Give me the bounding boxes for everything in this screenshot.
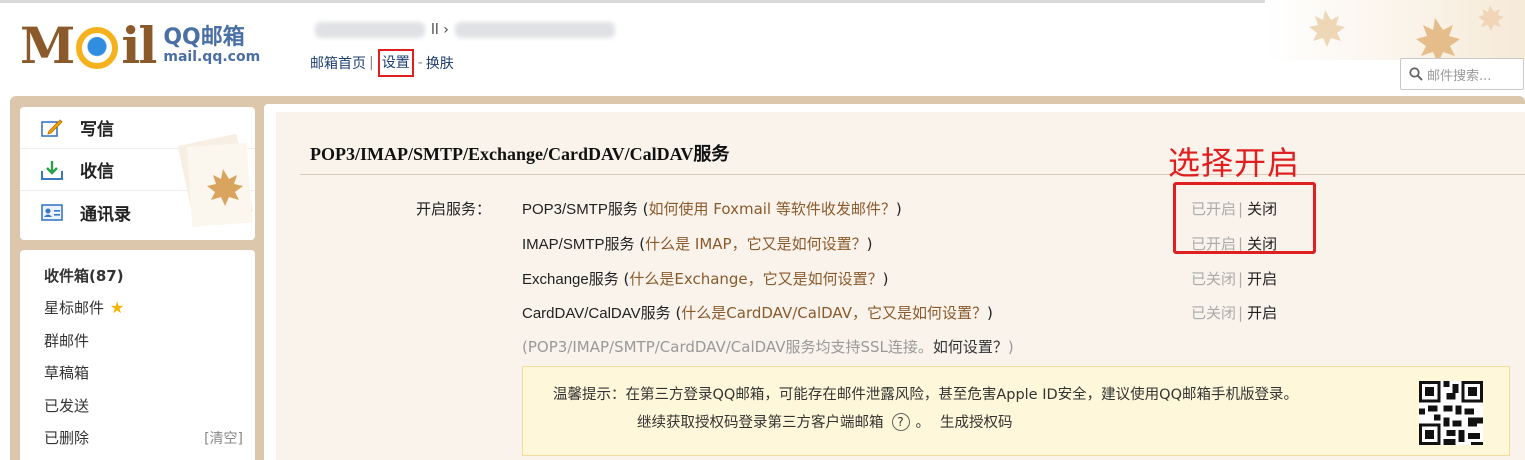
logo-url: mail.qq.com	[163, 49, 261, 66]
ssl-support-note: (POP3/IMAP/SMTP/CardDAV/CalDAV服务均支持SSL连接…	[522, 338, 1014, 356]
service-status-exchange: 已关闭 | 开启	[1191, 270, 1278, 288]
annotation-highlight-box	[1173, 182, 1316, 254]
qq-penguin-logo-icon	[76, 27, 119, 69]
security-tip-box: 温馨提示：在第三方登录QQ邮箱，可能存在邮件泄露风险，甚至危害Apple ID安…	[522, 366, 1510, 456]
search-placeholder: 邮件搜索...	[1427, 68, 1492, 84]
tip-auth-text: 继续获取授权码登录第三方客户端邮箱	[637, 415, 884, 431]
ssl-how-link[interactable]: 如何设置？	[933, 338, 1008, 356]
service-help-link[interactable]: 什么是CardDAV/CalDAV，它又是如何设置？	[681, 304, 987, 322]
service-help-link[interactable]: 什么是 IMAP，它又是如何设置？	[645, 235, 866, 253]
tip-warning-text: 温馨提示：在第三方登录QQ邮箱，可能存在邮件泄露风险，甚至危害Apple ID安…	[553, 387, 1298, 403]
mail-search-input[interactable]: 邮件搜索...	[1400, 58, 1524, 90]
qr-code-icon	[1419, 381, 1483, 445]
search-icon	[1409, 67, 1423, 81]
service-row-pop3: POP3/SMTP服务 (如何使用 Foxmail 等软件收发邮件？)	[522, 200, 902, 218]
nav-settings[interactable]: 设置	[377, 49, 414, 77]
folder-sent-label: 已发送	[44, 396, 90, 415]
service-row-imap: IMAP/SMTP服务 (什么是 IMAP，它又是如何设置？)	[522, 235, 873, 253]
folder-drafts-label: 草稿箱	[44, 364, 90, 383]
folder-group-label: 群邮件	[44, 331, 90, 350]
main-panel: POP3/IMAP/SMTP/Exchange/CardDAV/CalDAV服务…	[264, 104, 1525, 460]
top-nav: 邮箱首页 | 设置 - 换肤	[310, 49, 454, 77]
service-name: POP3/SMTP服务	[522, 201, 638, 218]
nav-mail-home[interactable]: 邮箱首页	[310, 53, 366, 73]
folder-starred-label: 星标邮件	[44, 299, 105, 318]
folder-group[interactable]: 群邮件	[20, 324, 255, 357]
folder-deleted[interactable]: 已删除 [清空]	[20, 422, 255, 455]
inbox-download-icon	[41, 160, 63, 180]
service-status-carddav: 已关闭 | 开启	[1191, 304, 1278, 322]
generate-auth-code-link[interactable]: 生成授权码	[940, 411, 1013, 432]
empty-trash-link[interactable]: [清空]	[204, 428, 243, 448]
folder-inbox-label: 收件箱(87)	[44, 266, 124, 285]
logo-brand: QQ邮箱	[163, 25, 245, 51]
user-account-blurred: ll ›	[315, 20, 645, 40]
sidebar-folder-list: 收件箱(87) 星标邮件 ★ 群邮件 草稿箱 已发送 已删除 [清空]	[20, 250, 255, 460]
service-name: Exchange服务	[522, 271, 619, 288]
folder-starred[interactable]: 星标邮件 ★	[20, 292, 255, 325]
settings-content: POP3/IMAP/SMTP/Exchange/CardDAV/CalDAV服务…	[276, 112, 1525, 460]
service-help-link[interactable]: 什么是Exchange，它又是如何设置？	[629, 270, 882, 288]
user-separator: ll ›	[431, 22, 449, 38]
folder-sent[interactable]: 已发送	[20, 389, 255, 422]
sidebar-quick-actions: 写信 收信 通讯录	[20, 107, 255, 240]
enable-service-label: 开启服务：	[416, 200, 492, 218]
logo[interactable]: Mil QQ邮箱 mail.qq.com	[20, 18, 260, 74]
maple-leaf-decoration-icon	[1265, 0, 1525, 60]
service-name: CardDAV/CalDAV服务	[522, 305, 671, 322]
service-row-exchange: Exchange服务 (什么是Exchange，它又是如何设置？)	[522, 270, 889, 288]
service-toggle-button[interactable]: 开启	[1247, 304, 1277, 322]
compose-label: 写信	[80, 120, 114, 140]
service-name: IMAP/SMTP服务	[522, 236, 635, 253]
logo-mail-wordmark: Mil	[20, 16, 157, 75]
blurred-email	[454, 22, 615, 38]
header: Mil QQ邮箱 mail.qq.com ll › 邮箱首页 | 设置 - 换肤	[0, 0, 1525, 95]
star-icon: ★	[110, 298, 125, 318]
service-state: 已关闭	[1191, 304, 1237, 322]
annotation-label: 选择开启	[1168, 144, 1301, 182]
tip-auth-code-line: 继续获取授权码登录第三方客户端邮箱 ? 。 生成授权码	[637, 411, 1013, 432]
ssl-note-text: (POP3/IMAP/SMTP/CardDAV/CalDAV服务均支持SSL连接…	[522, 338, 933, 356]
service-state: 已关闭	[1191, 270, 1237, 288]
receive-label: 收信	[80, 162, 114, 182]
service-toggle-button[interactable]: 开启	[1247, 270, 1277, 288]
compose-icon	[41, 118, 63, 137]
service-help-link[interactable]: 如何使用 Foxmail 等软件收发邮件？	[649, 200, 896, 218]
folder-deleted-label: 已删除	[44, 429, 90, 448]
contacts-icon	[41, 204, 63, 221]
contacts-label: 通讯录	[80, 204, 131, 225]
nav-skin[interactable]: 换肤	[426, 53, 454, 73]
maple-leaf-paper-icon	[177, 133, 254, 227]
section-title: POP3/IMAP/SMTP/Exchange/CardDAV/CalDAV服务	[310, 144, 730, 164]
logo-text: QQ邮箱 mail.qq.com	[163, 26, 260, 66]
folder-inbox[interactable]: 收件箱(87)	[20, 259, 255, 292]
section-divider	[300, 174, 1525, 175]
folder-drafts[interactable]: 草稿箱	[20, 357, 255, 390]
service-row-carddav: CardDAV/CalDAV服务 (什么是CardDAV/CalDAV，它又是如…	[522, 304, 993, 322]
help-circle-icon[interactable]: ?	[891, 412, 910, 431]
blurred-name	[315, 22, 425, 38]
